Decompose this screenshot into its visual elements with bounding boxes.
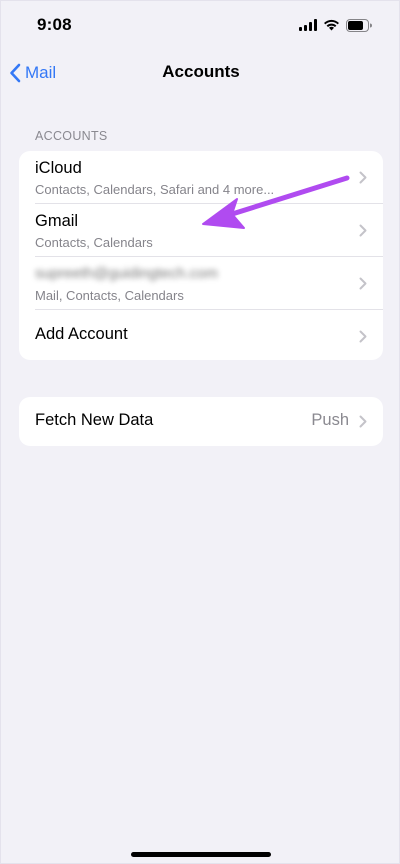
battery-icon [346,18,372,32]
page-title: Accounts [162,62,240,81]
navigation-bar: Mail Accounts [1,51,400,95]
add-account-label: Add Account [35,325,128,343]
home-indicator[interactable] [131,852,271,857]
account-subtitle: Contacts, Calendars [35,235,153,250]
annotation-arrow-icon [202,175,350,229]
account-title: Gmail [35,212,79,230]
fetch-new-data-group: Fetch New Data Push [19,397,383,446]
cellular-signal-icon [299,19,317,31]
chevron-right-icon [359,277,367,290]
chevron-right-icon [359,415,367,428]
chevron-right-icon [359,330,367,343]
wifi-icon [324,19,339,31]
fetch-new-data-row[interactable]: Fetch New Data Push [19,397,383,446]
section-header-accounts: ACCOUNTS [35,129,108,143]
account-subtitle: Mail, Contacts, Calendars [35,288,184,303]
account-title-blurred: supreeth@guidingtech.com [35,265,218,282]
status-bar: 9:08 [1,1,400,51]
fetch-new-data-value: Push [311,411,349,429]
status-time: 9:08 [37,15,72,34]
account-title: iCloud [35,159,82,177]
add-account-row[interactable]: Add Account [19,310,383,360]
status-icons [299,17,373,33]
fetch-new-data-label: Fetch New Data [35,411,154,429]
account-row-email[interactable]: supreeth@guidingtech.com Mail, Contacts,… [19,257,383,310]
